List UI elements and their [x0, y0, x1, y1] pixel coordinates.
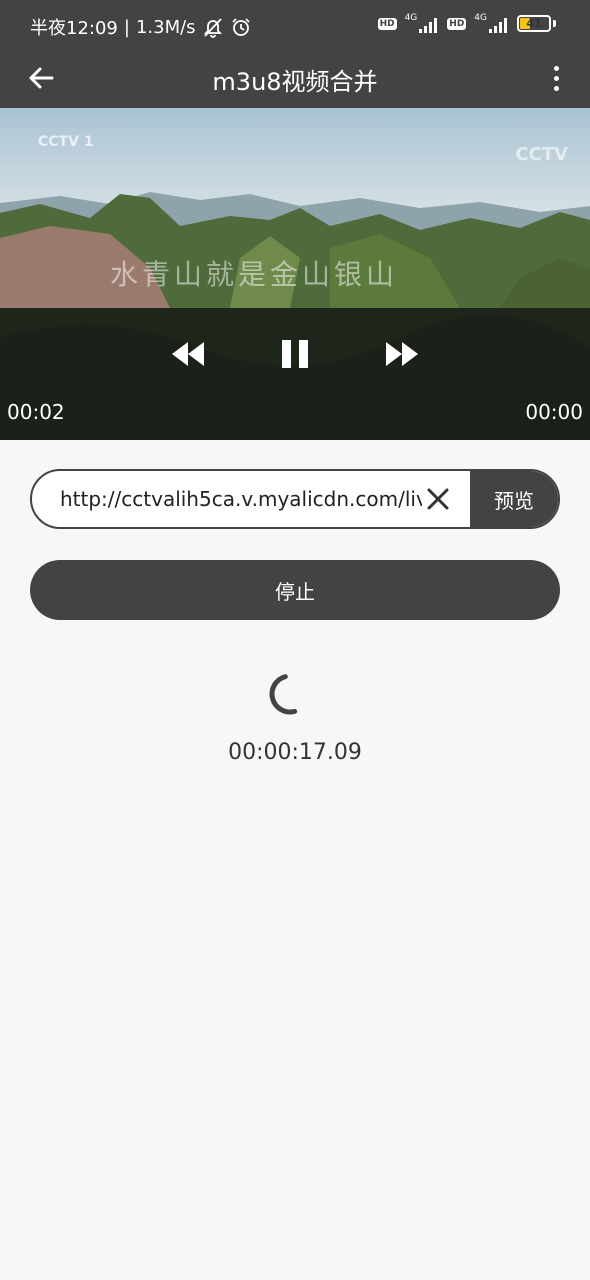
battery-icon: 41 [517, 15, 551, 32]
url-bar: 预览 [30, 469, 560, 529]
alarm-icon [231, 18, 250, 36]
stop-button[interactable]: 停止 [30, 560, 560, 620]
network-type: 4G [404, 13, 418, 23]
preview-button[interactable]: 预览 [470, 471, 558, 527]
battery-tip [553, 20, 556, 27]
hd-icon: HD [377, 17, 397, 30]
elapsed-time: 00:00:17.09 [228, 740, 362, 765]
hd-icon: HD [447, 17, 467, 30]
spinner-icon [269, 674, 298, 715]
app-bar: m3u8视频合并 [0, 52, 590, 108]
video-player[interactable]: CCTV 1 CCTV 水青山就是金山银山 00:02 00:00 [0, 108, 590, 440]
current-time: 00:02 [7, 400, 65, 424]
pause-icon[interactable] [279, 336, 311, 372]
status-bar: 半夜12:09 | 1.3M/s HD 4G HD 4G 41 [0, 0, 590, 52]
watermark-channel: 1 [83, 134, 94, 150]
battery-level: 41 [526, 17, 542, 30]
top-bar: 半夜12:09 | 1.3M/s HD 4G HD 4G 41 m3u8视频合并 [0, 0, 590, 108]
menu-dot [553, 65, 559, 71]
signal-group-2: 4G [474, 14, 509, 33]
status-left: 半夜12:09 | 1.3M/s [30, 14, 252, 40]
signal-icon [489, 18, 507, 33]
watermark-brand: CCTV [38, 134, 79, 150]
url-input[interactable] [60, 471, 422, 527]
video-subtitle: 水青山就是金山银山 [110, 258, 399, 291]
signal-group-1: 4G [405, 14, 440, 33]
status-separator: | [123, 16, 130, 38]
page-title: m3u8视频合并 [212, 68, 378, 96]
player-controls [0, 308, 590, 440]
bell-off-icon [203, 18, 222, 38]
close-icon[interactable] [422, 483, 454, 515]
tv-watermark: CCTV 1 [38, 134, 94, 150]
app-screen: 半夜12:09 | 1.3M/s HD 4G HD 4G 41 m3u8视频合并… [0, 0, 590, 1280]
menu-dot [553, 75, 559, 81]
tv-watermark-right: CCTV [515, 144, 568, 165]
total-time: 00:00 [525, 400, 583, 424]
signal-icon [419, 18, 438, 33]
status-time: 半夜12:09 [30, 18, 118, 39]
status-right: HD 4G HD 4G 41 [377, 14, 556, 33]
more-vert-icon[interactable] [544, 58, 568, 98]
menu-dot [553, 85, 559, 91]
rewind-icon[interactable] [168, 336, 208, 372]
fast-forward-icon[interactable] [382, 336, 422, 372]
network-speed: 1.3M/s [135, 16, 196, 38]
network-type: 4G [474, 13, 487, 23]
